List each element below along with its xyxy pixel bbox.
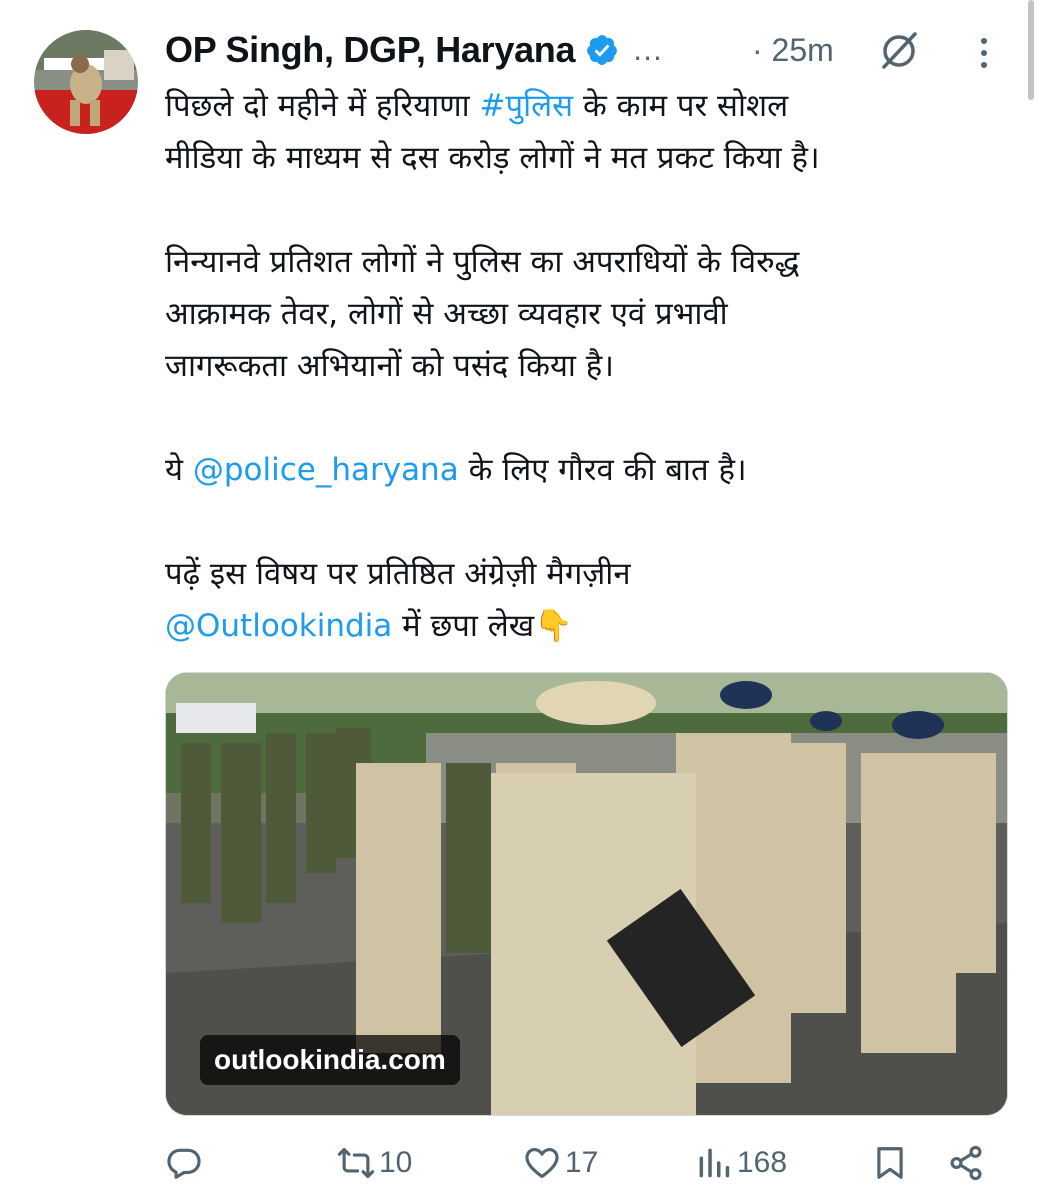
reply-icon (167, 1148, 201, 1179)
reply-button[interactable] (165, 1140, 207, 1186)
tweet-action-bar: 10 17 168 (165, 1140, 1006, 1186)
tweet-text-segment: में छपा लेख👇 (392, 608, 573, 644)
tweet-text-line: जागरूकता अभियानों को पसंद किया है। (165, 340, 985, 392)
tweet-text-line: पिछले दो महीने में हरियाणा #पुलिस के काम… (165, 80, 985, 132)
tweet-text-segment: के लिए गौरव की बात है। (458, 452, 747, 488)
tweet-text-line: मीडिया के माध्यम से दस करोड़ लोगों ने मत… (165, 132, 985, 184)
like-count: 17 (565, 1146, 599, 1179)
like-button[interactable]: 17 (523, 1140, 598, 1186)
more-options-icon[interactable] (972, 36, 996, 70)
author-name[interactable]: OP Singh, DGP, Haryana (165, 29, 576, 71)
tweet-text-line: पढ़ें इस विषय पर प्रतिष्ठित अंग्रेज़ी मै… (165, 548, 985, 600)
bookmark-icon (877, 1147, 903, 1179)
tweet-text-line: निन्यानवे प्रतिशत लोगों ने पुलिस का अपरा… (165, 236, 985, 288)
views-icon (699, 1148, 730, 1178)
avatar[interactable] (34, 30, 138, 134)
tweet-text-segment: ये (165, 452, 193, 488)
retweet-count: 10 (379, 1146, 413, 1179)
hashtag-link[interactable]: #पुलिस (480, 88, 574, 124)
tweet-text-segment: जागरूकता अभियानों को पसंद किया है। (165, 348, 615, 384)
handle-truncated[interactable]: ... (633, 34, 663, 67)
tweet-text-line: ये @police_haryana के लिए गौरव की बात है… (165, 444, 985, 496)
tweet-text-segment: पढ़ें इस विषय पर प्रतिष्ठित अंग्रेज़ी मै… (165, 556, 631, 592)
share-icon (950, 1145, 982, 1181)
bookmark-button[interactable] (871, 1140, 909, 1186)
views-button[interactable]: 168 (695, 1140, 787, 1186)
tweet-text-segment: आक्रामक तेवर, लोगों से अच्छा व्यवहार एवं… (165, 296, 728, 332)
tweet-text-segment: मीडिया के माध्यम से दस करोड़ लोगों ने मत… (165, 140, 820, 176)
tweet-text-segment: के काम पर सोशल (573, 88, 789, 124)
media-source-badge: outlookindia.com (200, 1035, 460, 1085)
tweet-text: पिछले दो महीने में हरियाणा #पुलिस के काम… (165, 80, 985, 652)
views-count: 168 (737, 1146, 788, 1179)
mention-link[interactable]: @police_haryana (193, 452, 459, 488)
tweet-text-line: @Outlookindia में छपा लेख👇 (165, 600, 985, 652)
verified-badge-icon (587, 35, 618, 65)
tweet-text-segment: पिछले दो महीने में हरियाणा (165, 88, 480, 124)
timestamp[interactable]: · 25m (752, 26, 834, 74)
heart-icon (525, 1147, 559, 1179)
retweet-icon (337, 1147, 375, 1179)
grok-icon[interactable] (878, 30, 920, 72)
tweet-header: OP Singh, DGP, Haryana ... (165, 26, 663, 74)
scrollbar[interactable] (1026, 0, 1038, 100)
tweet-text-line: आक्रामक तेवर, लोगों से अच्छा व्यवहार एवं… (165, 288, 985, 340)
retweet-button[interactable]: 10 (337, 1140, 412, 1186)
tweet-media-image[interactable]: outlookindia.com (165, 672, 1008, 1116)
share-button[interactable] (947, 1140, 985, 1186)
mention-link[interactable]: @Outlookindia (165, 608, 392, 644)
scrollbar-thumb[interactable] (1028, 0, 1034, 100)
tweet-text-segment: निन्यानवे प्रतिशत लोगों ने पुलिस का अपरा… (165, 244, 800, 280)
